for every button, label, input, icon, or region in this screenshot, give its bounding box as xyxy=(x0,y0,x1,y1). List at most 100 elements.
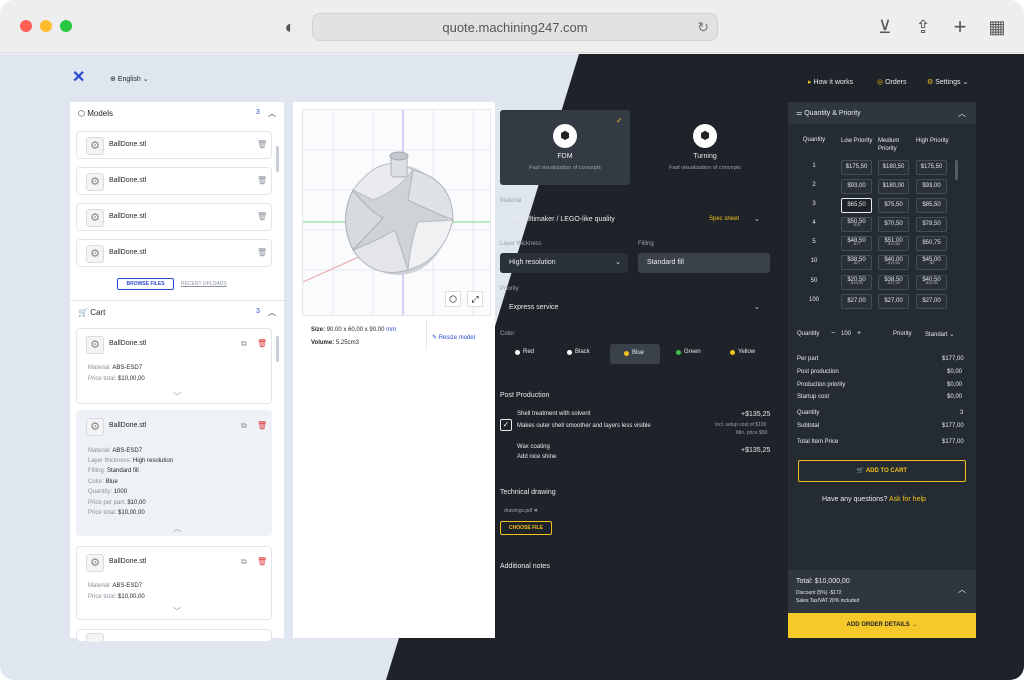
price-cell[interactable]: $51,00 -$14,50 xyxy=(878,236,909,251)
share-icon[interactable]: ⇪ xyxy=(913,17,933,37)
additional-notes-title[interactable]: Additional notes xyxy=(500,563,550,570)
model-item[interactable]: ⚙ BallDone.stl 🗑 xyxy=(76,167,272,195)
price-cell[interactable]: $93,00 xyxy=(916,179,947,194)
price-cell[interactable]: $38,50 -$27 xyxy=(841,255,872,270)
color-option-green[interactable]: Green xyxy=(664,344,718,364)
price-cell[interactable]: $27,00 xyxy=(841,294,872,309)
price-cell[interactable]: $65,50 xyxy=(841,198,872,213)
quantity-priority-header[interactable]: ⚌ Quantity & Priority ︿ xyxy=(788,102,976,124)
models-header[interactable]: ⬡ Models xyxy=(78,109,113,118)
browse-files-button[interactable]: BROWSE FILES xyxy=(117,278,174,290)
ask-for-help-link[interactable]: Ask for help xyxy=(889,496,926,503)
3d-viewport[interactable]: ⬡ ⤢ xyxy=(302,109,491,316)
copy-icon[interactable]: ⧉ xyxy=(241,339,247,349)
order-total-bar[interactable]: Total: $10,000,00 Discount (5%) -$172 Sa… xyxy=(788,570,976,613)
orders-link[interactable]: ◎ Orders xyxy=(877,78,906,86)
copy-icon[interactable]: ⧉ xyxy=(241,557,247,567)
price-cell[interactable]: $175,50 xyxy=(841,160,872,175)
model-item[interactable]: ⚙ BallDone.stl 🗑 xyxy=(76,239,272,267)
chevron-up-icon[interactable]: ︿ xyxy=(268,108,276,119)
tab-overview-icon[interactable]: ▦ xyxy=(987,17,1007,37)
zoom-window-button[interactable] xyxy=(60,20,72,32)
minimize-window-button[interactable] xyxy=(40,20,52,32)
price-cell[interactable]: $48,50 -$17 xyxy=(841,236,872,251)
cart-item[interactable]: ⚙ BallDone.stl ⧉ 🗑 Material: ABS-ESD7 Pr… xyxy=(76,546,272,620)
model-item[interactable]: ⚙ BallDone.stl 🗑 xyxy=(76,203,272,231)
priority-dropdown[interactable]: Standart ⌄ xyxy=(925,331,954,338)
cart-item[interactable]: ⚙ BallDone.stl ⧉ 🗑 Material: ABS-ESD7 Pr… xyxy=(76,328,272,404)
language-selector[interactable]: ⊕ English ⌄ xyxy=(110,75,149,83)
trash-icon[interactable]: 🗑 xyxy=(257,557,267,566)
chevron-down-icon[interactable]: ﹀ xyxy=(173,391,181,402)
trash-icon[interactable]: 🗑 xyxy=(257,248,267,257)
price-cell[interactable]: $38,50 -$37,50 xyxy=(878,275,909,290)
logo-icon[interactable]: ✕ xyxy=(72,70,90,86)
cube-view-icon[interactable]: ⬡ xyxy=(445,291,461,307)
price-cell[interactable]: $93,00 xyxy=(841,179,872,194)
color-option-red[interactable]: Red xyxy=(500,344,554,364)
material-select[interactable]: ABS Ultimaker / LEGO-like quality Spec s… xyxy=(500,210,770,230)
new-tab-icon[interactable]: + xyxy=(950,16,970,38)
chevron-up-icon[interactable]: ︿ xyxy=(173,523,181,534)
price-cell[interactable]: $85,50 xyxy=(916,198,947,213)
remove-file-icon[interactable]: ✕ xyxy=(534,508,538,514)
cart-scrollbar[interactable] xyxy=(276,336,279,362)
address-bar[interactable]: quote.machining247.com ↻ xyxy=(312,13,718,41)
price-cell[interactable]: $175,50 xyxy=(916,160,947,175)
shell-treatment-checkbox[interactable]: ✓ xyxy=(500,419,512,431)
trash-icon[interactable]: 🗑 xyxy=(257,421,267,430)
price-cell[interactable]: $27,00 xyxy=(916,294,947,309)
resize-model-button[interactable]: ✎ Resize model xyxy=(432,334,475,341)
trash-icon[interactable]: 🗑 xyxy=(257,339,267,348)
trash-icon[interactable]: 🗑 xyxy=(257,140,267,149)
quantity-input[interactable]: 100 xyxy=(841,331,851,337)
color-option-yellow[interactable]: Yellow xyxy=(720,344,770,364)
price-table-scrollbar[interactable] xyxy=(955,160,958,180)
color-option-blue-selected[interactable]: Blue xyxy=(610,344,660,364)
how-it-works-link[interactable]: ▸ How it works xyxy=(808,78,853,86)
cart-item[interactable] xyxy=(76,629,272,642)
download-icon[interactable]: ⊻ xyxy=(875,17,895,37)
fullscreen-icon[interactable]: ⤢ xyxy=(467,291,483,307)
cart-header[interactable]: 🛒 Cart xyxy=(78,308,105,317)
chevron-down-icon[interactable]: ﹀ xyxy=(173,606,181,617)
settings-menu[interactable]: ⚙ Settings ⌄ xyxy=(927,78,968,86)
trash-icon[interactable]: 🗑 xyxy=(257,176,267,185)
price-cell[interactable]: $40,00 -$15,50 xyxy=(878,255,909,270)
price-cell[interactable]: $78,50 xyxy=(916,217,947,232)
choose-file-button[interactable]: CHOOSE FILE xyxy=(500,521,552,535)
gear-icon: ⚙ xyxy=(927,79,934,86)
model-item[interactable]: ⚙ BallDone.stl 🗑 xyxy=(76,131,272,159)
price-cell[interactable]: $70,50 xyxy=(878,217,909,232)
models-scrollbar[interactable] xyxy=(276,146,279,172)
cart-item-expanded[interactable]: ⚙ BallDone.stl ⧉ 🗑 Material: ABS-ESD7 La… xyxy=(76,410,272,536)
chevron-up-icon[interactable]: ︿ xyxy=(268,307,276,318)
price-cell[interactable]: $27,00 xyxy=(878,294,909,309)
price-cell[interactable]: $50,75 xyxy=(916,236,947,251)
trash-icon[interactable]: 🗑 xyxy=(257,212,267,221)
price-cell[interactable]: $20,50 -$45,00 xyxy=(841,275,872,290)
filling-select[interactable]: Standard fill xyxy=(638,253,770,273)
price-cell[interactable]: $180,50 xyxy=(878,160,909,175)
price-cell[interactable]: $45,00 -$9 xyxy=(916,255,947,270)
process-card-turning[interactable]: ⬢ Turning Fast visualization of concepts xyxy=(640,110,770,185)
price-cell[interactable]: $40,50 -$35,50 xyxy=(916,275,947,290)
layer-thickness-select[interactable]: High resolution ⌄ xyxy=(500,253,628,273)
price-cell[interactable]: $75,50 xyxy=(878,198,909,213)
add-to-cart-button[interactable]: 🛒 ADD TO CART xyxy=(798,460,966,482)
close-window-button[interactable] xyxy=(20,20,32,32)
wax-coating-title[interactable]: Wax coating xyxy=(517,444,550,450)
price-cell[interactable]: $50,50 -$15 xyxy=(841,217,872,232)
copy-icon[interactable]: ⧉ xyxy=(241,421,247,431)
add-order-details-button[interactable]: ADD ORDER DETAILS → xyxy=(788,613,976,638)
shield-icon[interactable]: ◐ xyxy=(280,17,300,37)
reload-icon[interactable]: ↻ xyxy=(697,14,709,41)
priority-select[interactable]: Express service ⌄ xyxy=(500,298,770,318)
price-cell[interactable]: $180,00 xyxy=(878,179,909,194)
recent-uploads-link[interactable]: RECENT UPLOADS xyxy=(181,281,227,287)
spec-sheet-link[interactable]: Spec sheet xyxy=(709,216,739,222)
process-card-fdm-selected[interactable]: ⬢ ✓ FDM Fast visualization of concepts xyxy=(500,110,630,185)
color-option-black[interactable]: Black xyxy=(554,344,608,364)
increment-button[interactable]: + xyxy=(857,330,861,337)
decrement-button[interactable]: − xyxy=(831,330,835,337)
